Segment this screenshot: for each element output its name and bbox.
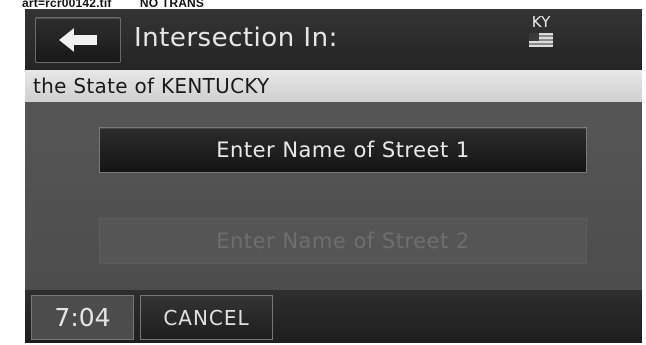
us-flag-icon	[529, 33, 553, 47]
state-code: KY	[531, 13, 551, 31]
footer-bar: 7:04 CANCEL	[25, 290, 642, 343]
cancel-button[interactable]: CANCEL	[140, 295, 273, 340]
location-bar: the State of KENTUCKY	[25, 70, 642, 102]
state-indicator: KY	[523, 14, 559, 62]
header-bar: Intersection In: KY	[25, 9, 642, 70]
nav-screen: Intersection In: KY the State of KENTUCK…	[25, 9, 642, 343]
back-button[interactable]	[35, 17, 121, 63]
page-title: Intersection In:	[134, 23, 338, 53]
left-arrow-icon	[59, 28, 97, 52]
enter-street-1-button[interactable]: Enter Name of Street 1	[99, 127, 587, 173]
clock: 7:04	[31, 295, 134, 340]
location-text: the State of KENTUCKY	[33, 74, 270, 98]
enter-street-2-button: Enter Name of Street 2	[99, 218, 587, 264]
